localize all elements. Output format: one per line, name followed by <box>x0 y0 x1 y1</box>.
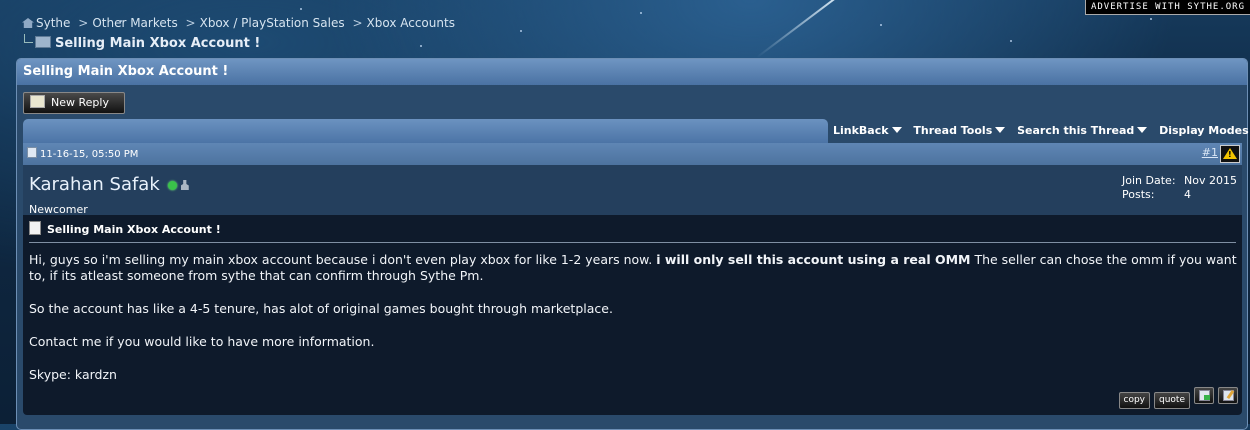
breadcrumb: Sythe > Other Markets > Xbox / PlayStation… <box>22 16 455 30</box>
post-body: Selling Main Xbox Account ! Hi, guys so … <box>23 215 1242 415</box>
multiquote-icon[interactable] <box>1194 387 1214 404</box>
post-actions: copy quote <box>1115 387 1238 409</box>
new-reply-label: New Reply <box>51 96 109 109</box>
folder-icon <box>35 36 51 48</box>
breadcrumb-separator: > <box>185 16 196 30</box>
document-icon <box>29 221 41 235</box>
user-info-bar: Karahan Safak Newcomer Join Date: Nov 201… <box>23 165 1242 216</box>
linkback-menu[interactable]: LinkBack <box>833 124 902 137</box>
thread-menus: LinkBack Thread Tools Search this Thread… <box>833 124 1250 137</box>
dropdown-arrow-icon <box>891 127 902 133</box>
breadcrumb-xbox-playstation-sales[interactable]: Xbox / PlayStation Sales <box>200 16 345 30</box>
warning-icon[interactable]: ! <box>1220 145 1240 163</box>
username-link[interactable]: Karahan Safak <box>29 174 160 195</box>
user-icon[interactable] <box>180 180 189 190</box>
post-message: Hi, guys so i'm selling my main xbox acc… <box>29 252 1239 400</box>
edit-icon[interactable] <box>1218 387 1238 404</box>
post-paragraph: Skype: kardzn <box>29 367 117 382</box>
breadcrumb-current-label: Selling Main Xbox Account ! <box>55 36 261 51</box>
thread-toolbar: LinkBack Thread Tools Search this Thread… <box>23 119 1249 143</box>
new-reply-button[interactable]: New Reply <box>23 92 125 114</box>
username: Karahan Safak <box>29 174 189 195</box>
thread-panel: Selling Main Xbox Account ! New Reply Li… <box>16 58 1249 430</box>
breadcrumb-separator: > <box>352 16 363 30</box>
post-date: 11-16-15, 05:50 PM <box>27 147 138 160</box>
posts-label: Posts: <box>1122 188 1155 201</box>
quote-button[interactable]: quote <box>1154 392 1190 409</box>
dropdown-arrow-icon <box>1137 127 1148 133</box>
divider <box>29 242 1236 243</box>
join-date-value: Nov 2015 <box>1184 174 1237 187</box>
post-header: 11-16-15, 05:50 PM #1 ! <box>23 143 1242 165</box>
post-paragraph: Hi, guys so i'm selling my main xbox acc… <box>29 252 1237 283</box>
home-icon[interactable] <box>22 18 34 28</box>
thread-tools-menu[interactable]: Thread Tools <box>913 124 1006 137</box>
post-title: Selling Main Xbox Account ! <box>29 221 221 236</box>
post-number-link[interactable]: #1 <box>1202 146 1218 159</box>
search-thread-menu[interactable]: Search this Thread <box>1017 124 1148 137</box>
post-paragraph: So the account has like a 4-5 tenure, ha… <box>29 301 613 316</box>
join-date-label: Join Date: <box>1122 174 1176 187</box>
display-modes-menu[interactable]: Display Modes <box>1159 124 1250 137</box>
breadcrumb-separator: > <box>78 16 89 30</box>
pencil-icon <box>30 95 45 108</box>
breadcrumb-sythe[interactable]: Sythe <box>36 16 70 30</box>
advertise-banner[interactable]: ADVERTISE WITH SYTHE.ORG <box>1085 0 1250 15</box>
user-stats: Join Date: Nov 2015 Posts: 4 <box>1122 174 1237 202</box>
copy-button[interactable]: copy <box>1118 392 1150 409</box>
dropdown-arrow-icon <box>995 127 1006 133</box>
thread-title-header: Selling Main Xbox Account ! <box>17 59 1247 85</box>
post-paragraph: Contact me if you would like to have mor… <box>29 334 375 349</box>
breadcrumb-other-markets[interactable]: Other Markets <box>92 16 177 30</box>
breadcrumb-current-thread: Selling Main Xbox Account ! <box>24 34 260 51</box>
online-status-icon <box>167 181 177 190</box>
post-icon <box>27 147 37 158</box>
breadcrumb-xbox-accounts[interactable]: Xbox Accounts <box>367 16 455 30</box>
posts-count: 4 <box>1184 188 1192 201</box>
